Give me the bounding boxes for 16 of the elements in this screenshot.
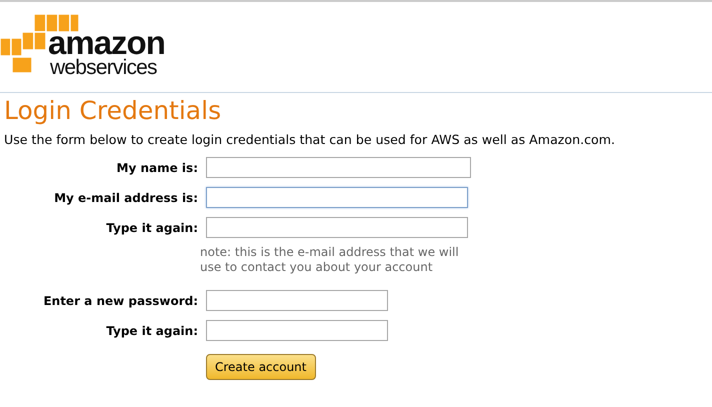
password-field[interactable] bbox=[206, 320, 388, 341]
name-field[interactable] bbox=[206, 157, 471, 178]
page-title: Login Credentials bbox=[4, 96, 222, 126]
password-field[interactable] bbox=[206, 290, 388, 311]
field-label: My name is: bbox=[116, 160, 198, 174]
note-text: note: this is the e-mail address that we will use to contact you about your account bbox=[200, 245, 460, 275]
email-field[interactable] bbox=[206, 217, 468, 238]
field-label: Enter a new password: bbox=[42, 294, 198, 308]
create-account-button[interactable]: Create account bbox=[206, 354, 316, 380]
logo-wordmark: amazon bbox=[48, 29, 165, 57]
email-field[interactable] bbox=[206, 187, 468, 208]
field-label: My e-mail address is: bbox=[53, 190, 198, 204]
field-label: Type it again: bbox=[105, 324, 198, 338]
field-label: Type it again: bbox=[105, 220, 198, 234]
intro-text: Use the form below to create login credentials that can be used for AWS as well as Amazon.com. bbox=[4, 132, 616, 147]
logo-subtitle: webservices bbox=[50, 57, 158, 79]
